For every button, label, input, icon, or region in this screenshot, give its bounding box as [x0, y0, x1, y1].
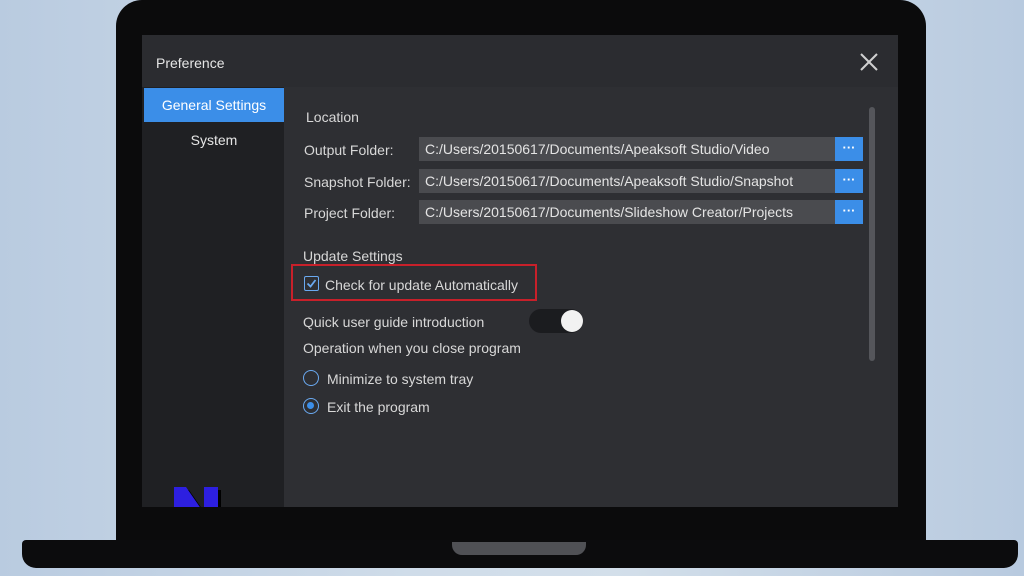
guide-intro-toggle[interactable]: [529, 309, 583, 333]
project-folder-field[interactable]: C:/Users/20150617/Documents/Slideshow Cr…: [419, 200, 835, 224]
sidebar-item-label: System: [190, 132, 238, 148]
sidebar-item-system[interactable]: System: [144, 123, 284, 157]
output-folder-browse-button[interactable]: ···: [835, 137, 863, 161]
project-folder-label: Project Folder:: [304, 205, 396, 221]
n-logo-icon: [170, 483, 222, 507]
radio-minimize-tray[interactable]: [303, 370, 319, 386]
radio-exit-program[interactable]: [303, 398, 319, 414]
guide-intro-label: Quick user guide introduction: [303, 314, 485, 330]
sidebar-item-label: General Settings: [161, 97, 267, 113]
sidebar-item-general-settings[interactable]: General Settings: [144, 88, 284, 122]
close-operation-heading: Operation when you close program: [303, 340, 521, 356]
toggle-knob: [561, 310, 583, 332]
radio-selected-dot: [307, 402, 314, 409]
snapshot-folder-browse-button[interactable]: ···: [835, 169, 863, 193]
snapshot-folder-field[interactable]: C:/Users/20150617/Documents/Apeaksoft St…: [419, 169, 835, 193]
minimize-tray-label[interactable]: Minimize to system tray: [327, 371, 473, 387]
title-bar: Preference: [142, 35, 898, 87]
update-settings-heading: Update Settings: [303, 248, 403, 264]
scrollbar[interactable]: [869, 107, 875, 361]
auto-update-checkbox[interactable]: [304, 276, 319, 291]
snapshot-folder-label: Snapshot Folder:: [304, 174, 411, 190]
window-title: Preference: [156, 55, 225, 71]
auto-update-label[interactable]: Check for update Automatically: [325, 277, 518, 293]
checkmark-icon: [306, 279, 317, 288]
project-folder-browse-button[interactable]: ···: [835, 200, 863, 224]
exit-program-label[interactable]: Exit the program: [327, 399, 430, 415]
location-heading: Location: [306, 109, 359, 125]
laptop-notch: [452, 542, 586, 555]
output-folder-label: Output Folder:: [304, 142, 394, 158]
preference-window: Preference General Settings System Locat…: [142, 35, 898, 507]
close-icon[interactable]: [858, 51, 880, 73]
output-folder-field[interactable]: C:/Users/20150617/Documents/Apeaksoft St…: [419, 137, 835, 161]
sidebar: General Settings System: [142, 87, 284, 507]
